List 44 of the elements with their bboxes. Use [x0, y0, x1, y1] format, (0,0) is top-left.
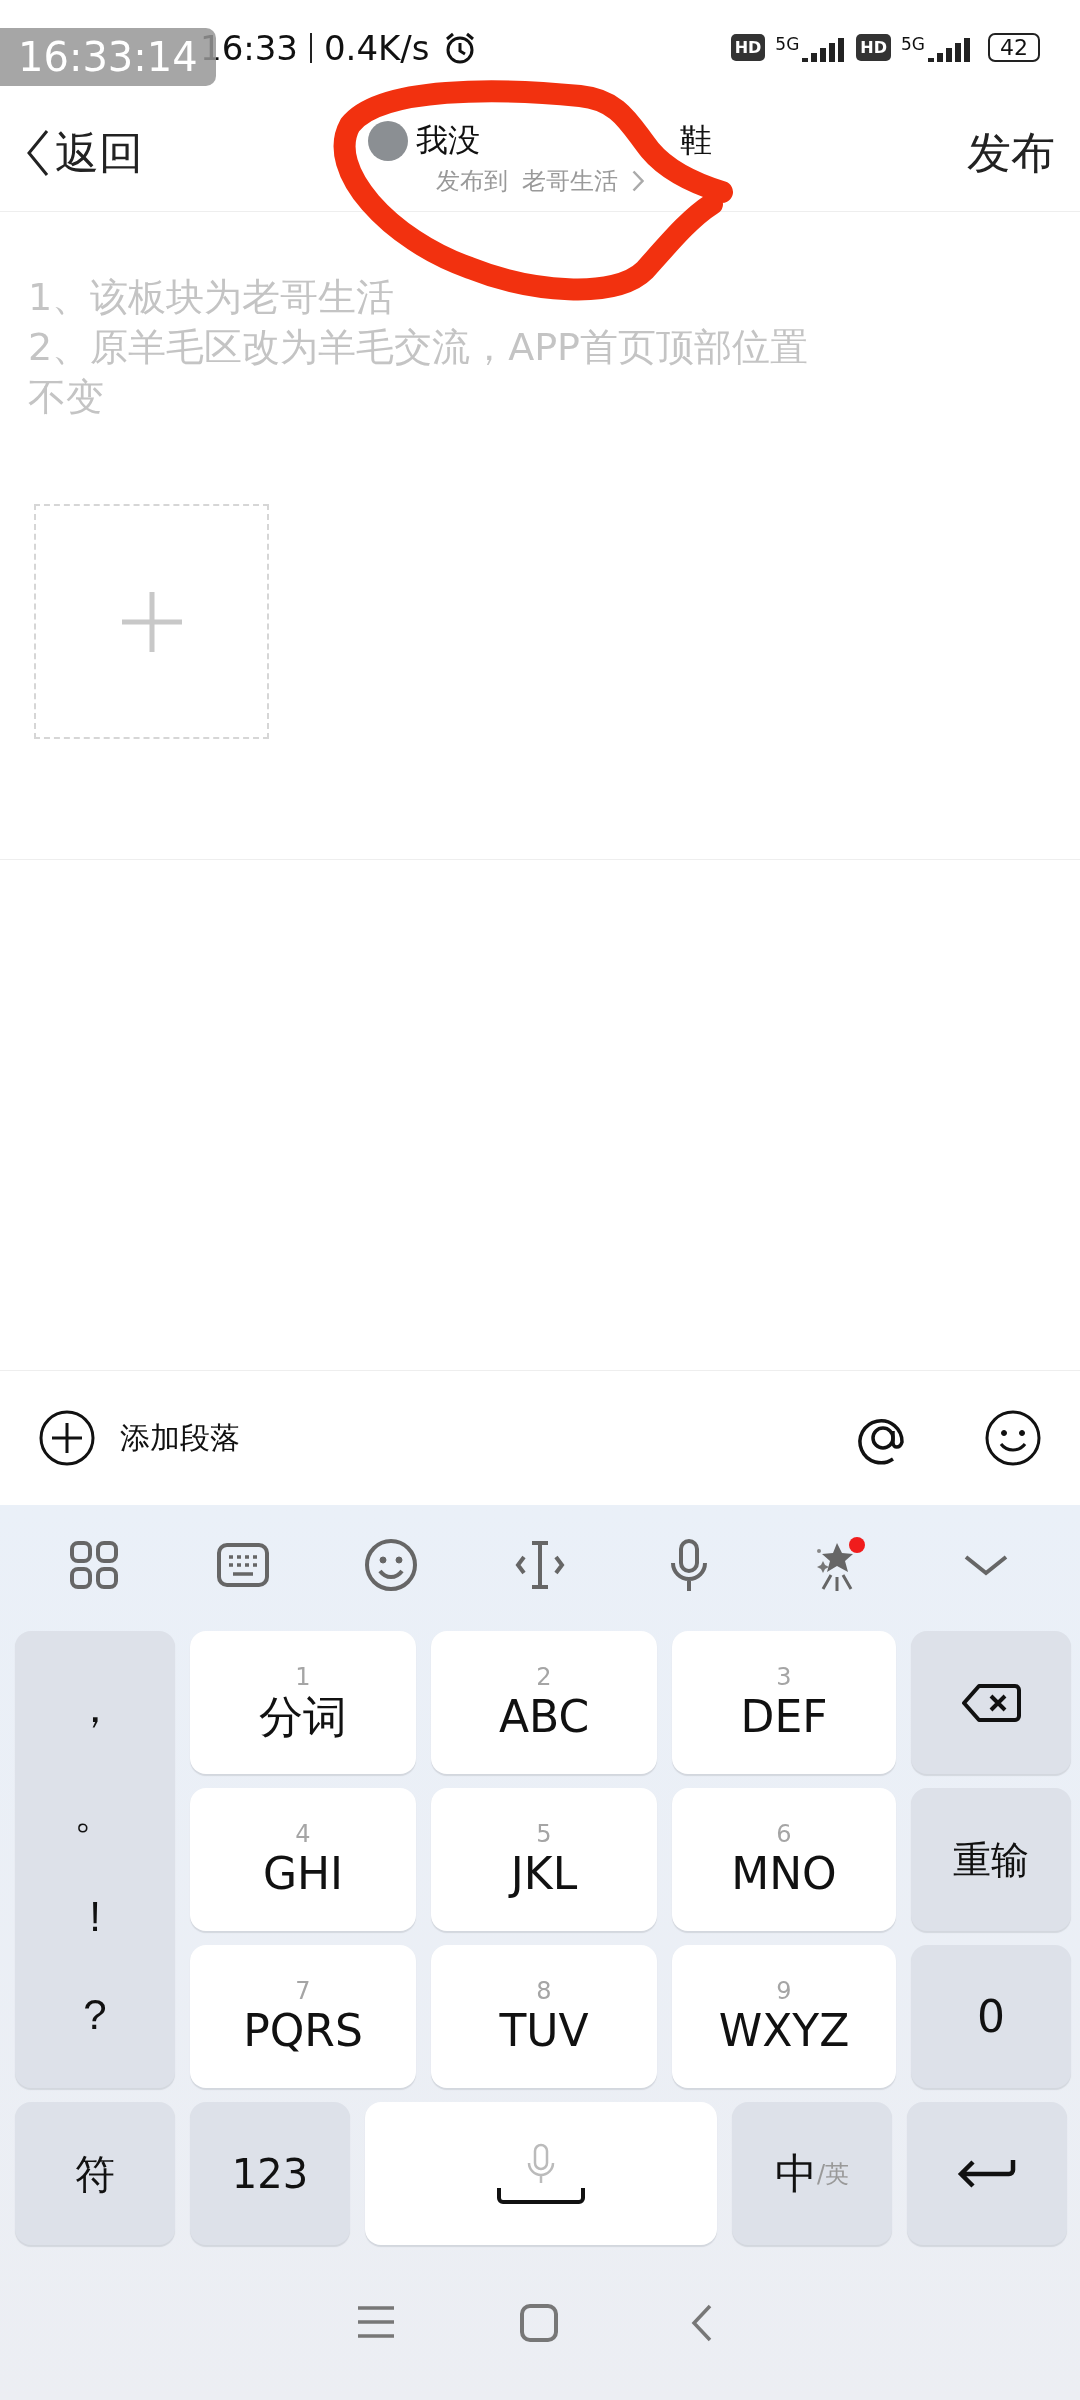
- emoji-button[interactable]: [984, 1409, 1042, 1467]
- avatar: [368, 121, 408, 161]
- status-time: 16:33: [200, 27, 298, 68]
- hd-badge: HD: [856, 34, 891, 61]
- key[interactable]: 2 ABC: [431, 1631, 657, 1774]
- smiley-icon: [984, 1409, 1042, 1467]
- post-author-name: 鞋: [680, 120, 712, 161]
- key[interactable]: 6 MNO: [672, 1788, 896, 1931]
- backspace-key[interactable]: [911, 1631, 1071, 1774]
- chevron-right-icon: [632, 170, 644, 192]
- plus-icon: [119, 589, 184, 654]
- zero-key[interactable]: 0: [911, 1945, 1071, 2088]
- battery-level: 42: [988, 33, 1040, 62]
- key[interactable]: 1 分词: [190, 1631, 416, 1774]
- chevron-left-icon: [25, 128, 51, 178]
- punctuation-key[interactable]: ?: [83, 1990, 107, 2039]
- symbols-key[interactable]: 符: [15, 2102, 175, 2245]
- key[interactable]: 7 PQRS: [190, 1945, 416, 2088]
- punctuation-key[interactable]: ，: [74, 1680, 116, 1737]
- key[interactable]: 9 WXYZ: [672, 1945, 896, 2088]
- add-paragraph-button[interactable]: 添加段落: [120, 1417, 240, 1459]
- publish-button[interactable]: 发布: [885, 123, 1055, 183]
- smiley-button[interactable]: [363, 1537, 420, 1593]
- network-type: 5G: [901, 33, 925, 54]
- key[interactable]: 5 JKL: [431, 1788, 657, 1931]
- plus-circle-icon: [38, 1409, 96, 1467]
- punctuation-key[interactable]: !: [89, 1892, 101, 1941]
- hd-badge: HD: [730, 34, 766, 61]
- punctuation-key[interactable]: 。: [74, 1786, 116, 1843]
- post-author-name: 我没: [416, 120, 480, 161]
- network-type: 5G: [775, 33, 800, 54]
- numbers-key[interactable]: 123: [190, 2102, 350, 2245]
- network-speed: 0.4K/s: [324, 27, 430, 68]
- post-text-field[interactable]: 1、该板块为老哥生活 2、原羊毛区改为羊毛交流，APP首页顶部位置不变: [28, 272, 828, 432]
- key[interactable]: 3 DEF: [672, 1631, 896, 1774]
- smiley-icon: [363, 1537, 420, 1593]
- key[interactable]: 8 TUV: [431, 1945, 657, 2088]
- retype-key[interactable]: 重输: [911, 1788, 1071, 1931]
- back-button[interactable]: 返回: [25, 123, 195, 183]
- language-switch-key[interactable]: 中/英: [732, 2102, 892, 2245]
- add-paragraph-icon-button[interactable]: [38, 1409, 96, 1467]
- key[interactable]: 4 GHI: [190, 1788, 416, 1931]
- backspace-icon: [961, 1682, 1021, 1723]
- microphone-icon: [526, 2142, 556, 2185]
